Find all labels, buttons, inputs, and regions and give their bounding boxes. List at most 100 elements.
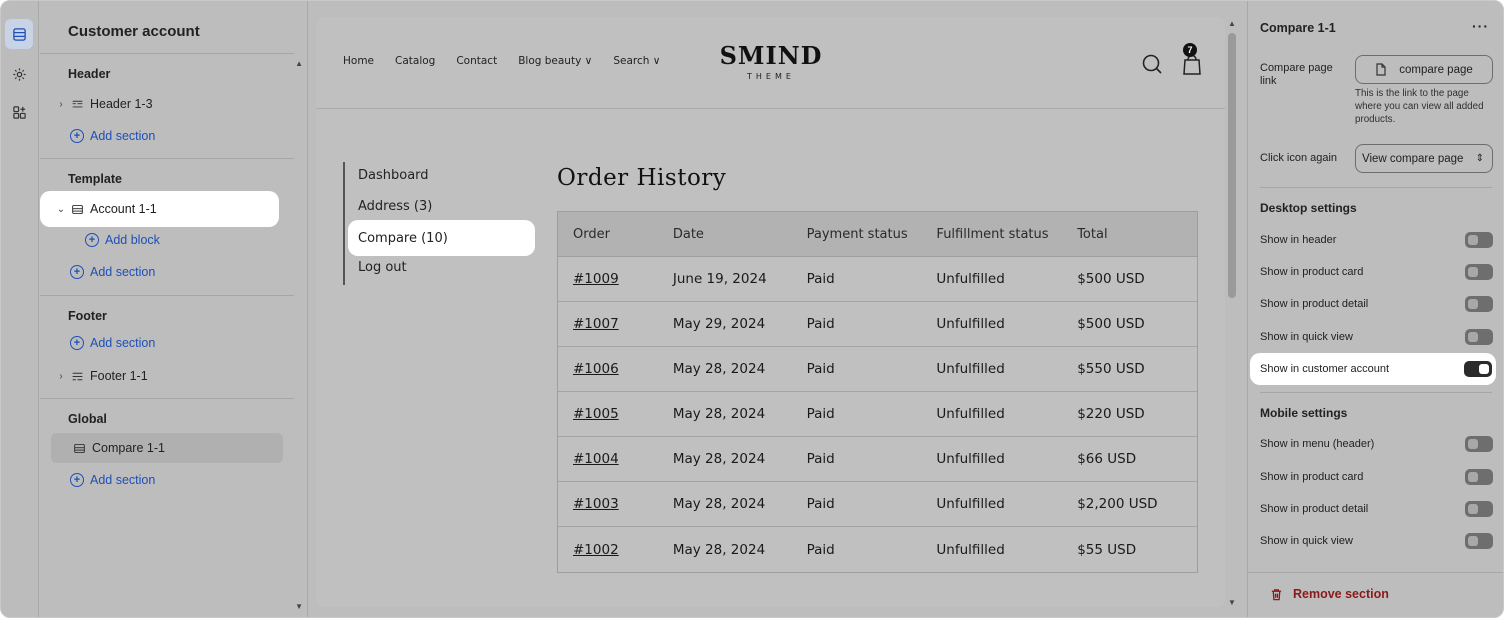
logo-sub: THEME xyxy=(747,72,795,81)
store-logo[interactable]: SMIND THEME xyxy=(712,41,830,81)
show-in-customer-account-toggle[interactable] xyxy=(1464,361,1492,377)
show-in-product-detail-toggle[interactable] xyxy=(1465,296,1493,312)
show-in-quick-view-toggle[interactable] xyxy=(1465,329,1493,345)
divider xyxy=(40,295,294,296)
scroll-down-icon[interactable]: ▼ xyxy=(295,602,303,611)
order-link[interactable]: #1005 xyxy=(573,406,619,422)
order-total: $500 USD xyxy=(1077,316,1145,332)
section-icon xyxy=(68,203,86,216)
menu-logout[interactable]: Log out xyxy=(358,260,407,275)
scroll-up-icon[interactable]: ▲ xyxy=(1228,19,1236,28)
plus-circle-icon: + xyxy=(70,265,84,279)
apps-icon[interactable] xyxy=(5,97,33,127)
add-block-button[interactable]: + Add block xyxy=(85,233,160,247)
nav-blog[interactable]: Blog beauty ∨ xyxy=(518,55,592,67)
toggle-label: Show in product detail xyxy=(1260,503,1369,515)
group-global: Global xyxy=(68,412,107,426)
scroll-down-icon[interactable]: ▼ xyxy=(1228,598,1236,607)
add-section-footer[interactable]: + Add section xyxy=(70,336,155,350)
order-date: May 29, 2024 xyxy=(672,316,766,332)
payment-status: Paid xyxy=(806,541,835,558)
settings-panel: Compare 1-1 ··· Compare page link compar… xyxy=(1247,1,1503,617)
section-item-compare[interactable]: Compare 1-1 xyxy=(51,433,283,463)
sections-icon[interactable] xyxy=(5,19,33,49)
table-row: #1002 May 28, 2024 Paid Unfulfilled $55 … xyxy=(558,527,1197,572)
section-label: Account 1-1 xyxy=(90,202,157,216)
menu-indicator xyxy=(343,162,345,285)
show-in-header-toggle[interactable] xyxy=(1465,232,1493,248)
toggle-label: Show in quick view xyxy=(1260,535,1353,547)
plus-circle-icon: + xyxy=(70,336,84,350)
fulfillment-status: Unfulfilled xyxy=(936,271,1005,287)
order-link[interactable]: #1002 xyxy=(573,542,619,558)
toggle-label: Show in menu (header) xyxy=(1260,438,1375,450)
toggle-row: Show in product detail xyxy=(1260,294,1493,314)
mobile-show-in-menu-toggle[interactable] xyxy=(1465,436,1493,452)
chevron-down-icon[interactable]: ⌄ xyxy=(54,204,68,215)
section-item-account[interactable]: ⌄ Account 1-1 xyxy=(40,191,279,227)
mobile-show-in-product-card-toggle[interactable] xyxy=(1465,469,1493,485)
add-section-label: Add section xyxy=(90,129,156,143)
order-link[interactable]: #1004 xyxy=(573,451,619,467)
search-icon[interactable] xyxy=(1142,54,1162,74)
nav-contact[interactable]: Contact xyxy=(456,55,497,67)
scroll-up-icon[interactable]: ▲ xyxy=(295,59,303,68)
payment-status: Paid xyxy=(806,451,835,467)
nav-search[interactable]: Search ∨ xyxy=(613,55,660,67)
cart-count-badge: 7 xyxy=(1183,43,1197,57)
mobile-show-in-product-detail-toggle[interactable] xyxy=(1465,501,1493,517)
menu-address[interactable]: Address (3) xyxy=(358,199,432,214)
add-section-label: Add section xyxy=(90,473,156,487)
toggle-row: Show in quick view xyxy=(1260,327,1493,347)
toggle-label: Show in header xyxy=(1260,234,1337,246)
chevron-right-icon[interactable]: › xyxy=(54,99,68,110)
col-date: Date xyxy=(672,226,704,242)
add-section-global[interactable]: + Add section xyxy=(70,473,155,487)
order-link[interactable]: #1009 xyxy=(573,271,619,287)
group-footer: Footer xyxy=(68,309,107,323)
table-row: #1005 May 28, 2024 Paid Unfulfilled $220… xyxy=(558,392,1197,437)
compare-link-label: Compare page link xyxy=(1260,62,1333,87)
click-icon-select[interactable]: View compare page ⇕ xyxy=(1355,144,1493,173)
toggle-label: Show in product detail xyxy=(1260,298,1369,310)
section-item-footer[interactable]: › Footer 1-1 xyxy=(54,359,282,393)
order-total: $220 USD xyxy=(1077,406,1145,422)
compare-page-link-button[interactable]: compare page xyxy=(1355,55,1493,84)
order-link[interactable]: #1007 xyxy=(573,316,619,332)
preview-scrollbar[interactable]: ▲ ▼ xyxy=(1227,17,1237,607)
store-header: Home Catalog Contact Blog beauty ∨ Searc… xyxy=(316,17,1225,109)
order-link[interactable]: #1003 xyxy=(573,496,619,512)
menu-compare[interactable]: Compare (10) xyxy=(348,220,535,256)
scrollbar-thumb[interactable] xyxy=(1228,33,1236,298)
mobile-show-in-quick-view-toggle[interactable] xyxy=(1465,533,1493,549)
nav-catalog[interactable]: Catalog xyxy=(395,55,435,67)
remove-section-button[interactable]: Remove section xyxy=(1270,587,1389,601)
mobile-settings-heading: Mobile settings xyxy=(1260,406,1348,420)
panel-footer: Remove section xyxy=(1248,572,1503,617)
add-section-template[interactable]: + Add section xyxy=(70,265,155,279)
panel-title: Compare 1-1 xyxy=(1260,21,1336,35)
toggle-row: Show in header xyxy=(1260,230,1493,250)
header-section-icon xyxy=(68,98,86,111)
click-icon-label: Click icon again xyxy=(1260,152,1338,164)
col-payment: Payment status xyxy=(806,226,908,242)
table-row: #1003 May 28, 2024 Paid Unfulfilled $2,2… xyxy=(558,482,1197,527)
compare-link-help: This is the link to the page where you c… xyxy=(1355,88,1484,125)
settings-gear-icon[interactable] xyxy=(5,59,33,89)
nav-home[interactable]: Home xyxy=(343,55,374,67)
toggle-label: Show in customer account xyxy=(1260,363,1390,375)
divider xyxy=(1260,187,1492,188)
chevron-right-icon[interactable]: › xyxy=(54,371,68,382)
section-item-header[interactable]: › Header 1-3 xyxy=(54,87,282,121)
page-title: Customer account xyxy=(68,23,200,40)
add-section-label: Add section xyxy=(90,265,156,279)
payment-status: Paid xyxy=(806,361,835,377)
show-in-product-card-toggle[interactable] xyxy=(1465,264,1493,280)
more-options-icon[interactable]: ··· xyxy=(1472,18,1489,34)
menu-dashboard[interactable]: Dashboard xyxy=(358,168,429,183)
order-link[interactable]: #1006 xyxy=(573,361,619,377)
add-section-header[interactable]: + Add section xyxy=(70,129,155,143)
divider xyxy=(1260,392,1492,393)
table-row: #1006 May 28, 2024 Paid Unfulfilled $550… xyxy=(558,347,1197,392)
cart-icon[interactable] xyxy=(1183,54,1201,75)
